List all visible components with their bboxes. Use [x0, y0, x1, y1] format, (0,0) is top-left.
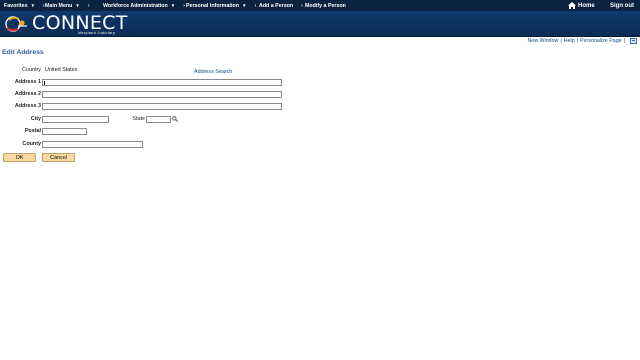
address-search-link[interactable]: Address Search — [194, 69, 232, 75]
nav-main-menu-label: Main Menu — [45, 2, 73, 9]
address3-input[interactable] — [42, 103, 282, 110]
address2-input[interactable] — [42, 91, 282, 98]
nav-personal-information-label: Personal Information — [186, 2, 239, 9]
help-link[interactable]: Help — [564, 38, 575, 44]
county-label: County — [22, 141, 41, 147]
utility-separator: | — [576, 38, 579, 44]
sign-out-label: Sign out — [610, 2, 634, 9]
chevron-right-icon: › — [87, 2, 90, 9]
chevron-down-icon: ▼ — [30, 3, 36, 8]
nav-favorites-label: Favorites — [4, 2, 28, 9]
nav-favorites[interactable]: Favorites ▼ › — [0, 0, 45, 11]
nav-add-a-person-label: Add a Person — [259, 2, 294, 9]
new-window-link[interactable]: New Window — [527, 38, 558, 44]
state-label: State — [132, 116, 145, 122]
country-value: United States — [45, 67, 78, 73]
text-cursor — [44, 81, 45, 85]
nav-add-a-person[interactable]: Add a Person › — [255, 0, 303, 11]
state-input[interactable] — [146, 116, 171, 123]
nav-workforce-administration[interactable]: Workforce Administration ▼ › — [99, 0, 185, 11]
address3-label: Address 3 — [14, 103, 41, 109]
city-label: City — [30, 116, 41, 122]
page-title: Edit Address — [2, 49, 44, 56]
country-label: Country — [22, 67, 41, 73]
address2-label: Address 2 — [14, 91, 41, 97]
ok-button[interactable]: OK — [3, 153, 36, 162]
address1-label: Address 1 — [14, 79, 41, 85]
chevron-down-icon: ▼ — [241, 3, 247, 8]
top-navigation-bar: Favorites ▼ › Main Menu ▼ › Workforce Ad… — [0, 0, 640, 11]
address1-input[interactable] — [42, 79, 282, 86]
nav-modify-a-person[interactable]: Modify a Person — [301, 0, 346, 11]
nav-main-menu[interactable]: Main Menu ▼ › — [41, 0, 90, 11]
logo-subtitle: Maryland Judiciary — [78, 31, 116, 35]
postal-label: Postal — [24, 128, 41, 134]
state-lookup-search-icon[interactable] — [172, 116, 178, 122]
chevron-down-icon: ▼ — [75, 3, 80, 8]
utility-separator: | — [623, 38, 625, 44]
postal-input[interactable] — [42, 128, 87, 135]
chevron-down-icon: ▼ — [170, 3, 176, 8]
maryland-judiciary-logo-icon — [5, 16, 27, 32]
home-icon — [568, 2, 576, 9]
personalize-grid-icon[interactable] — [630, 38, 637, 44]
personalize-page-link[interactable]: Personalize Page — [580, 38, 622, 44]
nav-workforce-administration-label: Workforce Administration — [103, 2, 168, 9]
utility-links: New Window | Help | Personalize Page | — [527, 38, 637, 44]
nav-modify-a-person-label: Modify a Person — [305, 2, 346, 9]
county-input[interactable] — [42, 141, 143, 148]
cancel-button[interactable]: Cancel — [42, 153, 75, 162]
header-banner: CONNECT Maryland Judiciary — [0, 11, 640, 37]
home-link[interactable]: Home — [568, 0, 595, 11]
utility-separator: | — [560, 38, 562, 44]
city-input[interactable] — [42, 116, 109, 123]
home-label: Home — [578, 2, 595, 9]
sign-out-link[interactable]: Sign out — [610, 0, 634, 11]
nav-personal-information[interactable]: Personal Information ▼ › — [182, 0, 256, 11]
